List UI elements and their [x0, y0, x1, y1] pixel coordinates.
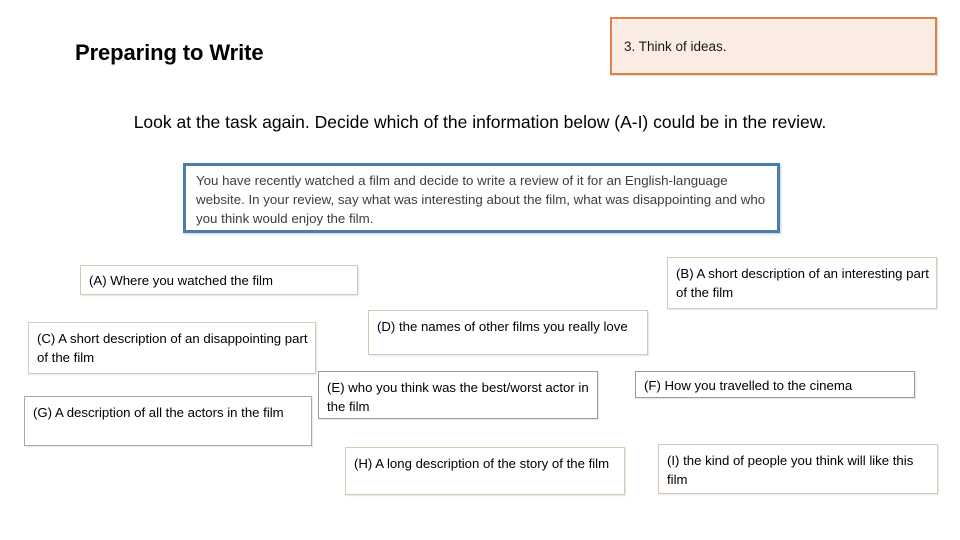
- step-callout-box: 3. Think of ideas.: [610, 17, 937, 75]
- option-label-d: (D) the names of other films you really …: [377, 319, 628, 334]
- option-label-c: (C) A short description of an disappoint…: [37, 331, 308, 366]
- slide-canvas: Preparing to Write 3. Think of ideas. Lo…: [0, 0, 960, 540]
- instruction-text: Look at the task again. Decide which of …: [133, 112, 827, 132]
- option-label-h: (H) A long description of the story of t…: [354, 456, 610, 471]
- option-box-e[interactable]: (E) who you think was the best/worst act…: [318, 371, 598, 419]
- option-box-b[interactable]: (B) A short description of an interestin…: [667, 257, 937, 309]
- option-label-f: (F) How you travelled to the cinema: [644, 378, 853, 393]
- option-box-h[interactable]: (H) A long description of the story of t…: [345, 447, 625, 495]
- option-label-e: (E) who you think was the best/worst act…: [327, 380, 589, 415]
- step-callout-label: 3. Think of ideas.: [624, 39, 727, 54]
- option-label-i: (I) the kind of people you think will li…: [667, 453, 914, 488]
- option-box-f[interactable]: (F) How you travelled to the cinema: [635, 371, 915, 398]
- option-box-i[interactable]: (I) the kind of people you think will li…: [658, 444, 938, 494]
- task-prompt-box: You have recently watched a film and dec…: [183, 163, 780, 233]
- option-box-a[interactable]: (A) Where you watched the film: [80, 265, 358, 295]
- option-label-g: (G) A description of all the actors in t…: [33, 405, 284, 420]
- option-label-a: (A) Where you watched the film: [89, 273, 273, 288]
- option-box-d[interactable]: (D) the names of other films you really …: [368, 310, 648, 355]
- option-box-c[interactable]: (C) A short description of an disappoint…: [28, 322, 316, 374]
- page-title: Preparing to Write: [75, 40, 264, 65]
- task-prompt-text: You have recently watched a film and dec…: [196, 173, 766, 226]
- option-box-g[interactable]: (G) A description of all the actors in t…: [24, 396, 312, 446]
- option-label-b: (B) A short description of an interestin…: [676, 266, 929, 301]
